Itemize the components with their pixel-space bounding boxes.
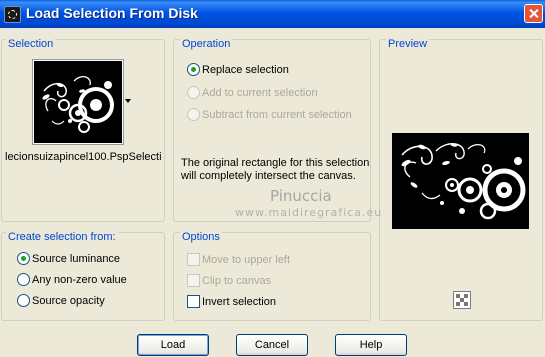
- checkbox[interactable]: [187, 253, 200, 266]
- close-button[interactable]: [524, 4, 543, 23]
- clip-to-canvas-label: Clip to canvas: [202, 275, 272, 287]
- radio-button[interactable]: [17, 252, 30, 265]
- replace-selection-label: Replace selection: [202, 64, 289, 76]
- app-icon: [4, 6, 21, 23]
- title-bar[interactable]: Load Selection From Disk: [0, 0, 545, 28]
- cancel-button[interactable]: Cancel: [236, 334, 308, 356]
- add-to-current-selection-label: Add to current selection: [202, 87, 318, 99]
- preview-toggle-icon[interactable]: [453, 291, 471, 309]
- watermark-url: www.maidiregrafica.eu: [235, 206, 383, 219]
- options-group-label: Options: [180, 231, 222, 243]
- create-selection-from-label: Create selection from:: [6, 231, 118, 243]
- checkbox[interactable]: [187, 274, 200, 287]
- radio-button[interactable]: [17, 294, 30, 307]
- preview-group-label: Preview: [386, 38, 430, 50]
- checkbox[interactable]: [187, 295, 200, 308]
- help-button[interactable]: Help: [335, 334, 407, 356]
- preview-image: [392, 133, 529, 229]
- source-opacity-label: Source opacity: [32, 295, 105, 307]
- selection-filename: lecionsuizapincel100.PspSelecti: [5, 151, 162, 163]
- radio-button[interactable]: [17, 273, 30, 286]
- operation-description: The original rectangle for this selectio…: [181, 157, 370, 182]
- subtract-from-current-selection-label: Subtract from current selection: [202, 109, 352, 121]
- checkerboard-icon: [456, 294, 468, 306]
- thumbnail-dropdown-arrow-icon[interactable]: [125, 99, 131, 103]
- radio-button[interactable]: [187, 108, 200, 121]
- watermark-name: Pinuccia: [270, 187, 332, 205]
- operation-group-label: Operation: [180, 38, 233, 50]
- radio-button[interactable]: [187, 63, 200, 76]
- move-to-upper-left-label: Move to upper left: [202, 254, 291, 266]
- radio-button[interactable]: [187, 86, 200, 99]
- swirl-ornament-image: [42, 75, 114, 133]
- selection-thumbnail[interactable]: [32, 59, 124, 145]
- window-title: Load Selection From Disk: [26, 5, 198, 21]
- selection-group-label: Selection: [6, 38, 56, 50]
- load-button[interactable]: Load: [137, 334, 209, 356]
- any-non-zero-value-label: Any non-zero value: [32, 274, 127, 286]
- invert-selection-label: Invert selection: [202, 296, 276, 308]
- swirl-ornament-preview-image: [401, 143, 526, 220]
- source-luminance-label: Source luminance: [32, 253, 121, 265]
